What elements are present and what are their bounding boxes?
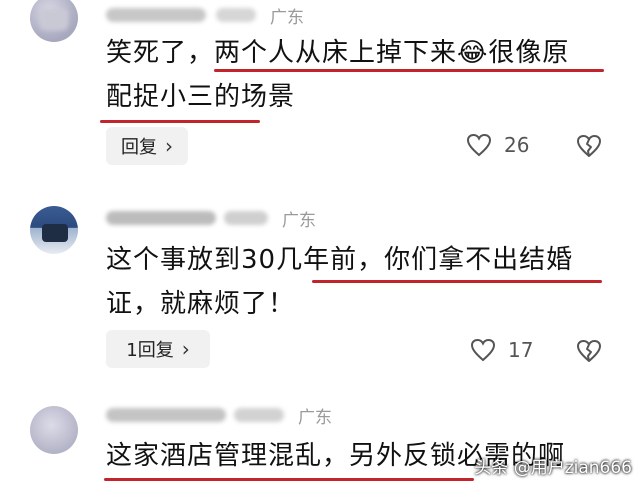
broken-heart-icon[interactable] [576, 134, 602, 158]
highlight-underline [104, 478, 474, 481]
chevron-right-icon: › [165, 134, 173, 158]
comment-2: 广东 这个事放到30几年前，你们拿不出结婚 证，就麻烦了！ 1回复 › 17 [0, 200, 640, 390]
blurred-timestamp [234, 408, 284, 422]
chevron-right-icon: › [181, 337, 190, 361]
reply-button[interactable]: 回复 › [106, 127, 188, 165]
watermark: 头条 @用户zian666 [474, 458, 632, 478]
comment-text-line: 这个事放到30几年前，你们拿不出结婚 [106, 245, 574, 275]
reply-label: 回复 [121, 137, 157, 158]
highlight-underline [312, 280, 602, 283]
reply-button[interactable]: 1回复 › [106, 330, 210, 368]
comment-3: 广东 这家酒店管理混乱，另外反锁必需的啊 [0, 400, 640, 494]
comment-1: 广东 笑死了，两个人从床上掉下来😂很像原 配捉小三的场景 回复 › 26 [0, 0, 640, 185]
like-button[interactable]: 26 [466, 133, 529, 157]
reply-label: 1回复 [126, 340, 174, 361]
like-button[interactable]: 17 [470, 338, 533, 362]
blurred-timestamp [224, 211, 268, 225]
comment-text-line: 配捉小三的场景 [106, 82, 296, 112]
heart-outline-icon [466, 133, 492, 157]
region-label: 广东 [282, 210, 316, 231]
broken-heart-icon[interactable] [576, 339, 602, 363]
region-label: 广东 [298, 407, 332, 428]
avatar-blur [40, 8, 68, 30]
avatar[interactable] [30, 206, 78, 254]
comment-meta: 广东 [106, 4, 304, 28]
avatar[interactable] [30, 0, 78, 42]
blurred-username [106, 408, 226, 422]
comment-meta: 广东 [106, 207, 316, 231]
heart-outline-icon [470, 338, 496, 362]
like-count: 26 [504, 133, 530, 157]
highlight-underline [214, 69, 604, 72]
blurred-username [106, 8, 206, 22]
highlight-underline [100, 120, 260, 123]
avatar[interactable] [30, 406, 78, 454]
like-count: 17 [508, 338, 534, 362]
region-label: 广东 [270, 7, 304, 28]
avatar-figure [42, 224, 68, 242]
comment-text: 笑死了，两个人从床上掉下来😂很像原 配捉小三的场景 [106, 31, 616, 119]
blurred-timestamp [216, 8, 256, 22]
comment-meta: 广东 [106, 404, 332, 428]
blurred-username [106, 211, 216, 225]
comment-text-line: 证，就麻烦了！ [106, 289, 296, 319]
